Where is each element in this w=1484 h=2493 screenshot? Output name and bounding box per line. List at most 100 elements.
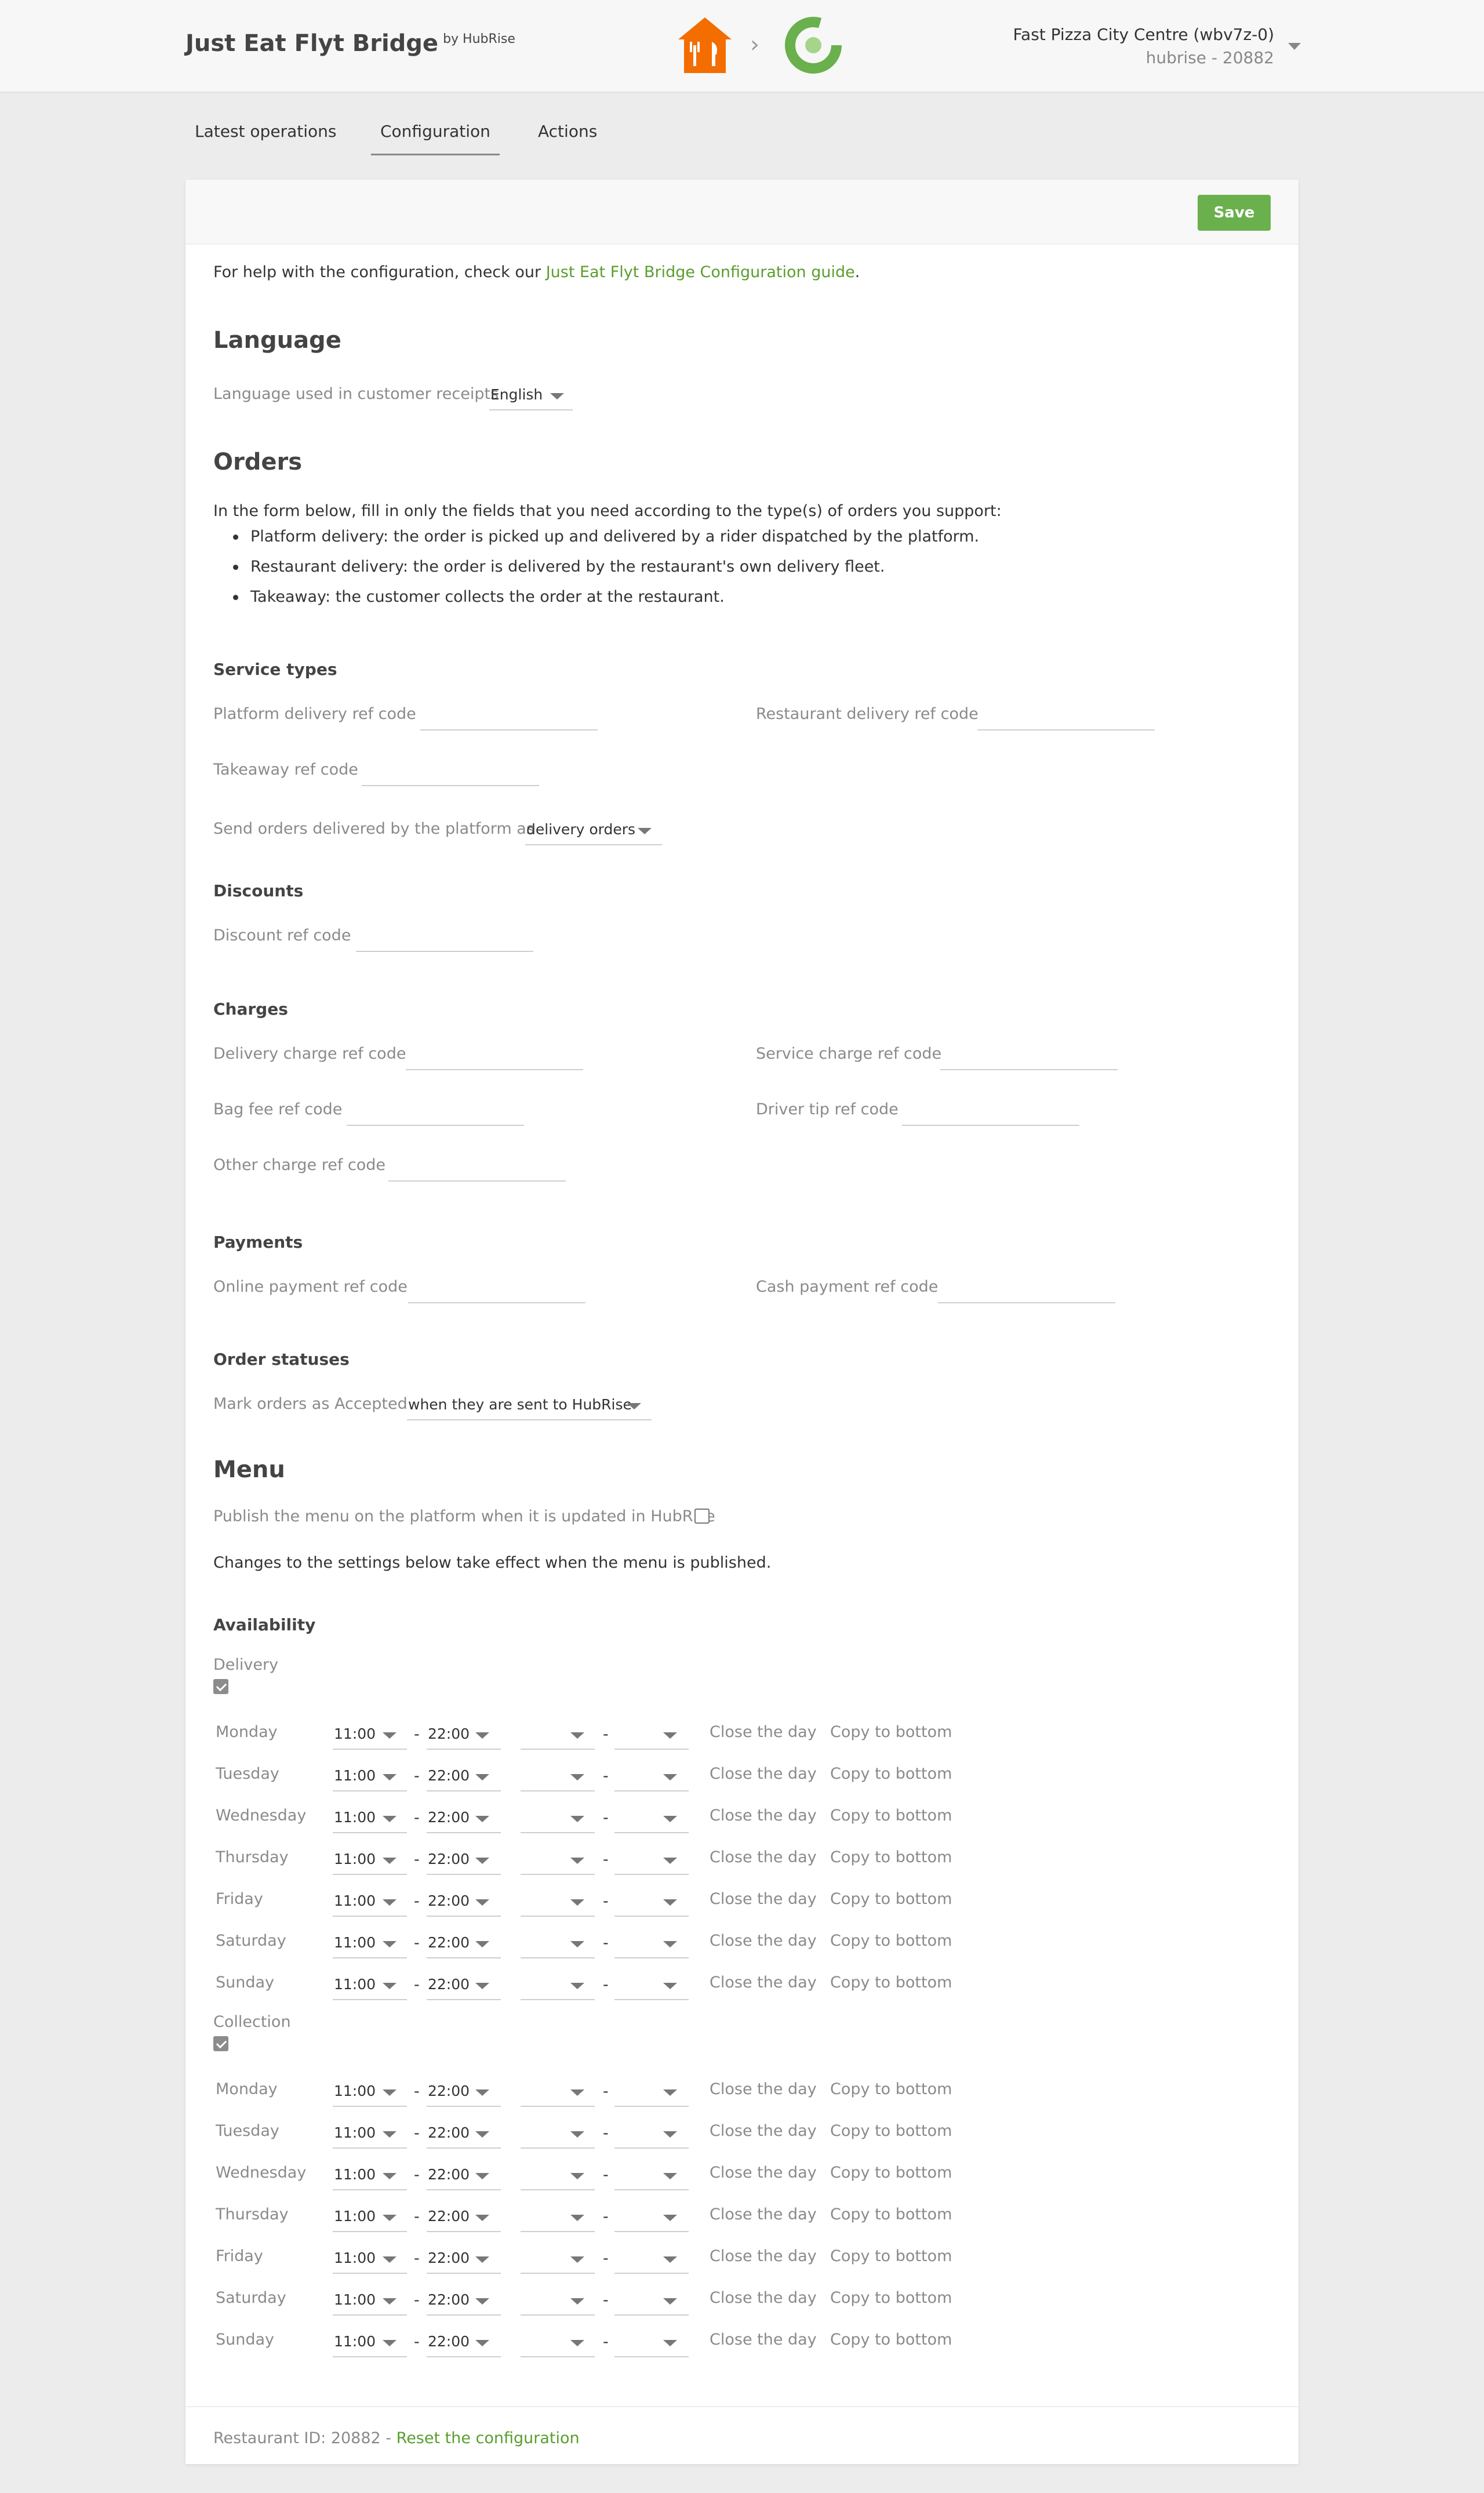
open-time-chevron-down-icon[interactable] [383,2256,397,2263]
driver-tip-ref-input[interactable] [902,1125,1079,1126]
open-time-select[interactable]: 11:00 [334,2291,376,2308]
publish-menu-checkbox[interactable] [694,1509,710,1524]
open-time-2-chevron-down-icon[interactable] [570,2340,584,2346]
close-time-chevron-down-icon[interactable] [475,2340,489,2346]
close-the-day-link[interactable]: Close the day [710,1974,817,1992]
close-time-chevron-down-icon[interactable] [475,1941,489,1947]
close-time-chevron-down-icon[interactable] [475,1858,489,1864]
copy-to-bottom-link[interactable]: Copy to bottom [830,1765,952,1783]
open-time-chevron-down-icon[interactable] [383,1774,397,1780]
availability-group-checkbox[interactable] [213,1679,228,1694]
open-time-2-chevron-down-icon[interactable] [570,2131,584,2138]
mark-accepted-select[interactable]: when they are sent to HubRise [408,1396,632,1413]
close-time-select[interactable]: 22:00 [428,1725,470,1742]
open-time-chevron-down-icon[interactable] [383,2173,397,2179]
open-time-select[interactable]: 11:00 [334,1767,376,1784]
open-time-chevron-down-icon[interactable] [383,1983,397,1989]
close-time-2-chevron-down-icon[interactable] [663,1816,677,1822]
close-time-chevron-down-icon[interactable] [475,1774,489,1780]
close-the-day-link[interactable]: Close the day [710,2331,817,2349]
close-time-chevron-down-icon[interactable] [475,2256,489,2263]
close-the-day-link[interactable]: Close the day [710,2247,817,2265]
open-time-2-chevron-down-icon[interactable] [570,1858,584,1864]
close-time-select[interactable]: 22:00 [428,1934,470,1951]
close-the-day-link[interactable]: Close the day [710,1932,817,1950]
open-time-2-chevron-down-icon[interactable] [570,1816,584,1822]
send-orders-as-chevron-down-icon[interactable] [638,828,652,834]
copy-to-bottom-link[interactable]: Copy to bottom [830,2247,952,2265]
close-time-2-chevron-down-icon[interactable] [663,2131,677,2138]
close-time-2-chevron-down-icon[interactable] [663,2089,677,2096]
close-time-2-chevron-down-icon[interactable] [663,2340,677,2346]
send-orders-as-select[interactable]: delivery orders [526,821,635,838]
open-time-select[interactable]: 11:00 [334,1976,376,1993]
open-time-chevron-down-icon[interactable] [383,2298,397,2305]
cash-payment-ref-input[interactable] [938,1302,1115,1303]
close-the-day-link[interactable]: Close the day [710,1890,817,1908]
close-time-chevron-down-icon[interactable] [475,1732,489,1739]
open-time-select[interactable]: 11:00 [334,2124,376,2141]
close-time-chevron-down-icon[interactable] [475,1816,489,1822]
configuration-guide-link[interactable]: Just Eat Flyt Bridge Configuration guide [546,263,855,281]
close-time-2-chevron-down-icon[interactable] [663,2173,677,2179]
account-chevron-down-icon[interactable] [1288,43,1301,50]
open-time-chevron-down-icon[interactable] [383,2131,397,2138]
open-time-select[interactable]: 11:00 [334,1892,376,1909]
open-time-2-chevron-down-icon[interactable] [570,2089,584,2096]
copy-to-bottom-link[interactable]: Copy to bottom [830,2331,952,2349]
close-time-select[interactable]: 22:00 [428,2166,470,2183]
tab-latest-operations[interactable]: Latest operations [195,122,336,154]
close-the-day-link[interactable]: Close the day [710,2289,817,2307]
close-time-select[interactable]: 22:00 [428,1851,470,1867]
copy-to-bottom-link[interactable]: Copy to bottom [830,2164,952,2182]
close-time-2-chevron-down-icon[interactable] [663,1941,677,1947]
open-time-select[interactable]: 11:00 [334,1809,376,1826]
close-time-2-chevron-down-icon[interactable] [663,1899,677,1906]
open-time-select[interactable]: 11:00 [334,1934,376,1951]
close-time-2-chevron-down-icon[interactable] [663,1983,677,1989]
open-time-2-chevron-down-icon[interactable] [570,1983,584,1989]
open-time-2-chevron-down-icon[interactable] [570,1899,584,1906]
open-time-select[interactable]: 11:00 [334,2166,376,2183]
reset-configuration-link[interactable]: Reset the configuration [397,2429,580,2447]
language-chevron-down-icon[interactable] [550,393,564,399]
close-time-select[interactable]: 22:00 [428,2124,470,2141]
takeaway-ref-input[interactable] [362,785,539,786]
open-time-select[interactable]: 11:00 [334,2333,376,2350]
open-time-chevron-down-icon[interactable] [383,2215,397,2221]
close-the-day-link[interactable]: Close the day [710,1765,817,1783]
close-time-2-chevron-down-icon[interactable] [663,2256,677,2263]
open-time-2-chevron-down-icon[interactable] [570,2215,584,2221]
bag-fee-ref-input[interactable] [347,1125,524,1126]
copy-to-bottom-link[interactable]: Copy to bottom [830,2289,952,2307]
close-time-2-chevron-down-icon[interactable] [663,2298,677,2305]
copy-to-bottom-link[interactable]: Copy to bottom [830,2205,952,2223]
service-charge-ref-input[interactable] [940,1069,1118,1070]
copy-to-bottom-link[interactable]: Copy to bottom [830,2080,952,2098]
close-the-day-link[interactable]: Close the day [710,2122,817,2140]
close-time-chevron-down-icon[interactable] [475,1899,489,1906]
close-time-select[interactable]: 22:00 [428,1892,470,1909]
close-time-2-chevron-down-icon[interactable] [663,1774,677,1780]
close-time-2-chevron-down-icon[interactable] [663,1732,677,1739]
restaurant-delivery-ref-input[interactable] [977,729,1155,731]
discount-ref-input[interactable] [356,951,533,952]
open-time-chevron-down-icon[interactable] [383,1858,397,1864]
open-time-chevron-down-icon[interactable] [383,1941,397,1947]
close-time-select[interactable]: 22:00 [428,2333,470,2350]
availability-group-checkbox[interactable] [213,2036,228,2051]
close-time-chevron-down-icon[interactable] [475,2298,489,2305]
save-button[interactable]: Save [1198,195,1271,231]
open-time-chevron-down-icon[interactable] [383,1732,397,1739]
close-time-select[interactable]: 22:00 [428,1767,470,1784]
online-payment-ref-input[interactable] [408,1302,585,1303]
open-time-2-chevron-down-icon[interactable] [570,2173,584,2179]
close-the-day-link[interactable]: Close the day [710,2205,817,2223]
open-time-chevron-down-icon[interactable] [383,2089,397,2096]
close-time-chevron-down-icon[interactable] [475,2215,489,2221]
close-time-select[interactable]: 22:00 [428,2291,470,2308]
close-time-select[interactable]: 22:00 [428,1976,470,1993]
open-time-select[interactable]: 11:00 [334,1725,376,1742]
open-time-select[interactable]: 11:00 [334,2208,376,2225]
close-time-chevron-down-icon[interactable] [475,2173,489,2179]
